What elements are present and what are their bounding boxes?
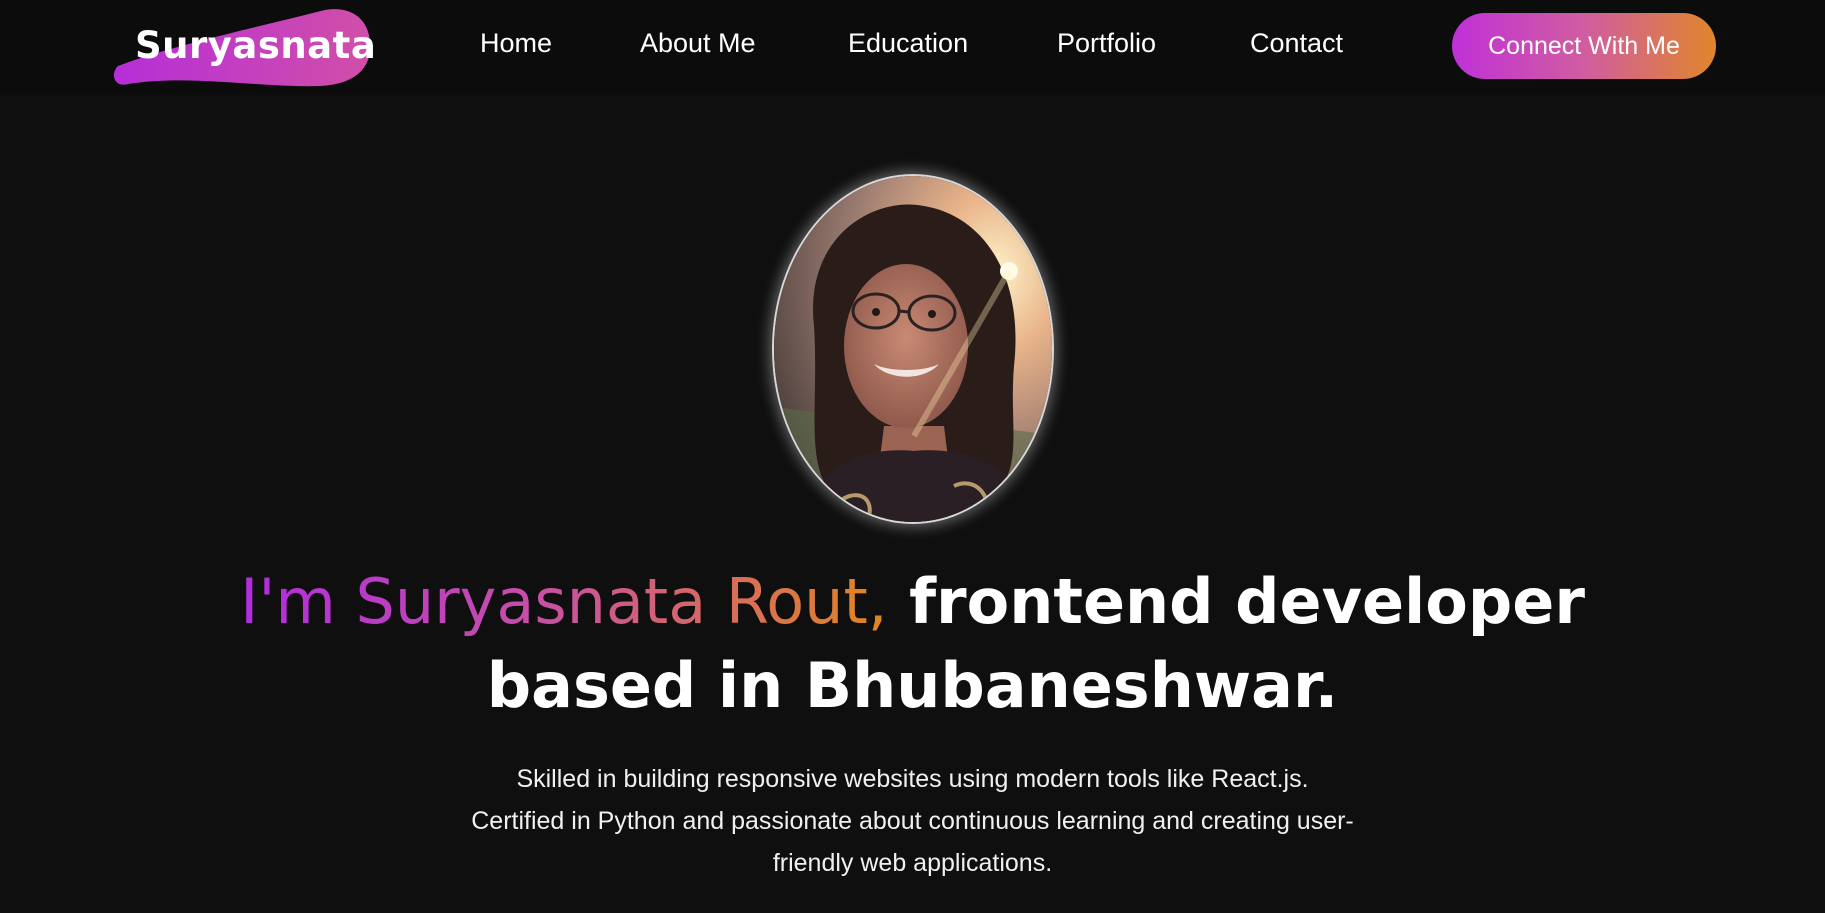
nav-item-portfolio[interactable]: Portfolio [1057, 28, 1156, 59]
nav-item-education[interactable]: Education [848, 28, 968, 59]
nav-item-home[interactable]: Home [480, 28, 552, 59]
nav-item-contact[interactable]: Contact [1250, 28, 1343, 59]
logo-text: Suryasnata [135, 24, 377, 67]
profile-photo-illustration [774, 176, 1052, 522]
hero-location: based in Bhubaneshwar. [486, 649, 1339, 722]
hero-headline: I'm Suryasnata Rout, frontend developer … [0, 560, 1825, 728]
nav-item-about-me[interactable]: About Me [640, 28, 756, 59]
hero-role: frontend developer [887, 565, 1585, 638]
hero-description: Skilled in building responsive websites … [471, 765, 1354, 877]
logo[interactable]: Suryasnata [110, 4, 376, 89]
profile-photo [772, 174, 1054, 524]
navbar: Suryasnata Home About Me Education Portf… [0, 0, 1825, 95]
hero-name: I'm Suryasnata Rout, [240, 565, 888, 638]
connect-with-me-button[interactable]: Connect With Me [1452, 13, 1716, 79]
